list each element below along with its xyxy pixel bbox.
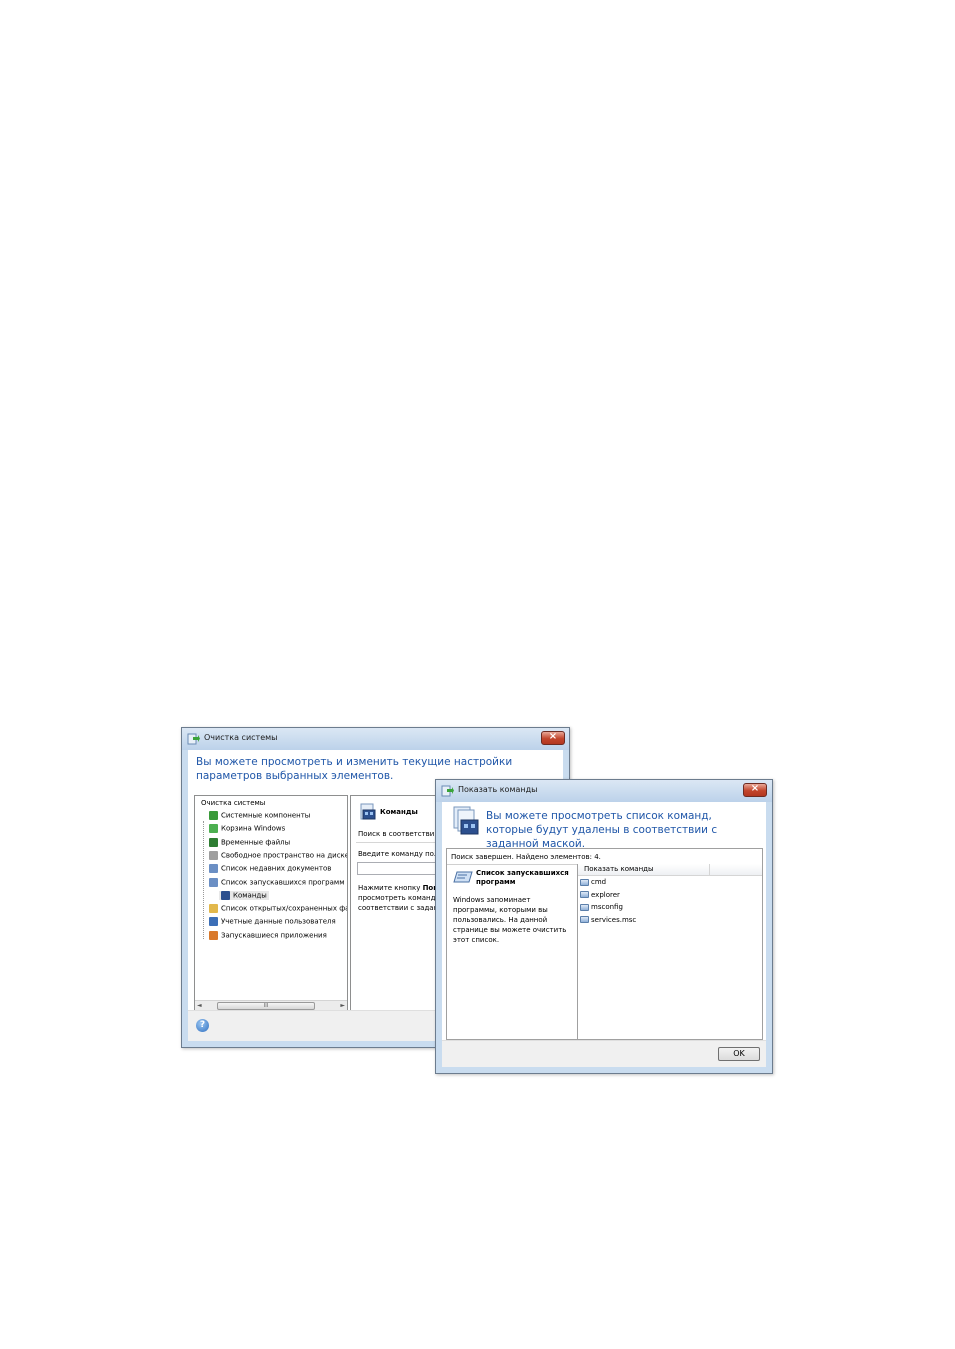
dialog-close-button[interactable]: × (743, 783, 767, 797)
tree-item[interactable]: Список открытых/сохраненных фа (209, 904, 348, 914)
windows-logo-icon (209, 811, 218, 820)
run-icon (209, 877, 218, 887)
dialog-window: Показать команды × Вы можете просмотреть… (435, 779, 773, 1074)
tree-item-label: Список запускавшихся программ (221, 878, 345, 886)
scroll-left-arrow-icon[interactable]: ◄ (197, 1002, 202, 1009)
tree-item[interactable]: Список запускавшихся программ (209, 877, 345, 887)
tree-item[interactable]: Свободное пространство на диске (209, 850, 348, 860)
tree-item-label: Список открытых/сохраненных фа (221, 904, 348, 913)
commands-large-icon (453, 806, 479, 835)
hint-line-2: просмотреть команды (358, 894, 441, 902)
tree-item-label: Свободное пространство на диске (221, 851, 348, 860)
main-window-title: Очистка системы (204, 733, 278, 742)
commands-list[interactable]: Показать команды cmd explorer msconfig serv… (577, 864, 762, 1039)
dialog-heading: Вы можете просмотреть список команд, кот… (486, 810, 718, 850)
tree-item[interactable]: Временные файлы (209, 837, 291, 847)
close-icon: × (750, 783, 760, 794)
tree-item[interactable]: Команды (219, 890, 269, 900)
left-title: Список запускавшихся программ (476, 869, 569, 886)
app-icon (441, 785, 454, 797)
user-icon (209, 917, 218, 927)
tree-item-label: Временные файлы (221, 838, 291, 847)
tree-root[interactable]: Очистка системы (201, 799, 265, 807)
dialog-content-panel: Поиск завершен. Найдено элементов: 4. Сп… (446, 848, 763, 1040)
tree-item-label: Команды (233, 891, 267, 900)
close-icon: × (548, 731, 558, 742)
list-item[interactable]: services.msc (580, 916, 636, 924)
column-separator[interactable] (709, 864, 710, 875)
tree-item[interactable]: Корзина Windows (209, 824, 286, 834)
temp-files-icon (209, 837, 218, 847)
scroll-grip: III (263, 1003, 269, 1009)
list-item[interactable]: msconfig (580, 903, 623, 911)
tree-item-label: Список недавних документов (221, 864, 332, 873)
main-titlebar[interactable]: Очистка системы × (182, 728, 569, 750)
folder-icon (209, 904, 218, 914)
commands-icon (360, 803, 376, 820)
command-icon (580, 878, 589, 886)
scroll-thumb[interactable]: III (217, 1002, 315, 1010)
column-header[interactable]: Показать команды (584, 865, 654, 873)
run-list-icon (453, 871, 473, 883)
input-label: Введите команду полно (358, 850, 448, 858)
hint-line-1: Нажмите кнопку Пока (358, 884, 443, 892)
command-icon (580, 903, 589, 911)
tree-item[interactable]: Список недавних документов (209, 864, 332, 874)
main-close-button[interactable]: × (541, 731, 565, 745)
tree-item-label: Учетные данные пользователя (221, 917, 336, 926)
search-label: Поиск в соответствии с (358, 830, 445, 838)
tree-item-label: Системные компоненты (221, 811, 311, 820)
dialog-client: Вы можете просмотреть список команд, кот… (442, 802, 766, 1067)
list-item[interactable]: explorer (580, 891, 620, 899)
dialog-titlebar[interactable]: Показать команды × (436, 780, 772, 802)
tree-item-label: Корзина Windows (221, 824, 286, 833)
tree-connector (203, 821, 204, 939)
app-icon (187, 733, 200, 745)
status-text: Поиск завершен. Найдено элементов: 4. (451, 853, 601, 861)
hint-prefix: Нажмите кнопку (358, 884, 423, 892)
list-header[interactable]: Показать команды (578, 864, 762, 876)
disk-icon (209, 850, 218, 860)
apps-icon (209, 930, 218, 940)
list-item[interactable]: cmd (580, 878, 606, 886)
commands-icon (221, 890, 230, 900)
command-label: explorer (591, 890, 620, 899)
dialog-title: Показать команды (458, 785, 538, 794)
tree-item-label: Запускавшиеся приложения (221, 931, 327, 940)
help-icon[interactable]: ? (196, 1019, 209, 1032)
command-label: msconfig (591, 903, 623, 912)
right-panel-title: Команды (380, 808, 418, 816)
documents-icon (209, 864, 218, 874)
ok-button[interactable]: OK (718, 1047, 760, 1061)
scroll-right-arrow-icon[interactable]: ► (340, 1002, 345, 1009)
tree-item[interactable]: Учетные данные пользователя (209, 917, 336, 927)
command-icon (580, 891, 589, 899)
dialog-bottom-bar: OK (442, 1040, 766, 1067)
hint-line-3: соответствии с задан (358, 904, 439, 912)
command-label: cmd (591, 878, 607, 886)
left-description: Windows запоминает программы, которыми в… (453, 896, 567, 944)
recycle-bin-icon (209, 824, 218, 834)
command-icon (580, 916, 589, 924)
tree-item[interactable]: Системные компоненты (209, 811, 310, 820)
tree-item[interactable]: Запускавшиеся приложения (209, 930, 327, 940)
tree-panel: Очистка системы Системные компоненты Корз… (194, 795, 348, 1013)
command-label: services.msc (591, 915, 637, 924)
